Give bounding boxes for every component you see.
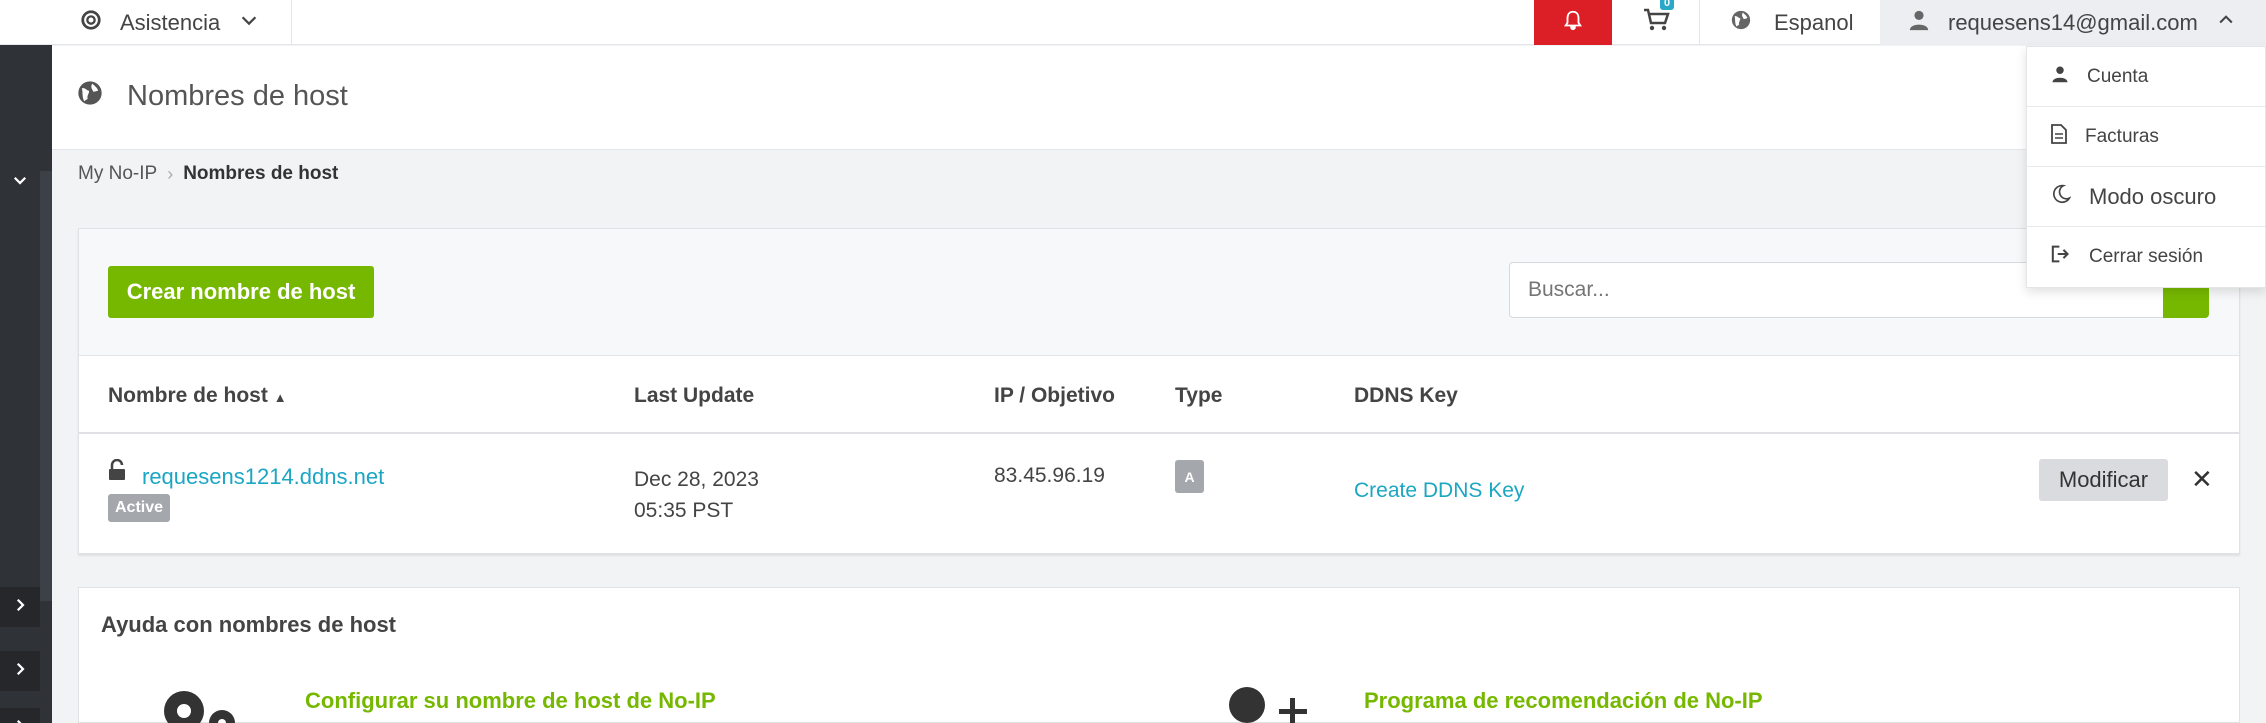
lifebuoy-icon	[80, 9, 102, 37]
user-email: requesens14@gmail.com	[1948, 9, 2198, 35]
cart-button[interactable]: 0	[1612, 0, 1700, 45]
unlock-icon	[108, 458, 126, 487]
breadcrumb-separator-icon: ›	[167, 163, 174, 184]
chevron-right-icon	[11, 660, 29, 683]
breadcrumb-home[interactable]: My No-IP	[78, 163, 157, 185]
logout-icon	[2051, 245, 2071, 269]
document-icon	[2051, 123, 2067, 150]
help-panel: Ayuda con nombres de host Configurar su …	[78, 587, 2240, 723]
ip-target-cell: 83.45.96.19	[994, 464, 1105, 487]
notifications-button[interactable]	[1534, 0, 1612, 45]
help-title: Ayuda con nombres de host	[101, 612, 397, 637]
create-hostname-button[interactable]: Crear nombre de host	[108, 266, 374, 318]
last-update-cell: Dec 28, 2023 05:35 PST	[634, 464, 759, 526]
column-header-hostname[interactable]: Nombre de host ▲	[108, 384, 287, 408]
modify-button[interactable]: Modificar	[2039, 459, 2168, 501]
menu-item-dark-mode[interactable]: Modo oscuro	[2027, 167, 2265, 227]
menu-item-account[interactable]: Cuenta	[2027, 47, 2265, 107]
user-dropdown-menu: Cuenta Facturas Modo oscuro Cerrar sesió…	[2026, 46, 2266, 288]
add-user-icon	[1227, 685, 1317, 723]
menu-item-account-label: Cuenta	[2087, 65, 2149, 87]
table-header: Nombre de host ▲ Last Update IP / Objeti…	[79, 356, 2239, 434]
chevron-down-icon	[238, 9, 260, 37]
sidebar	[0, 45, 52, 723]
column-header-last-update: Last Update	[634, 384, 755, 407]
configure-hostname-link[interactable]: Configurar su nombre de host de No-IP	[305, 688, 716, 714]
column-header-ip: IP / Objetivo	[994, 384, 1115, 407]
menu-item-invoices[interactable]: Facturas	[2027, 107, 2265, 167]
user-menu-toggle[interactable]: requesens14@gmail.com	[1880, 0, 2266, 45]
last-update-date: Dec 28, 2023	[634, 468, 759, 491]
chevron-right-icon	[11, 596, 29, 619]
sidebar-expand-item-1[interactable]	[0, 587, 40, 627]
chevron-down-icon	[11, 171, 29, 194]
menu-item-invoices-label: Facturas	[2085, 125, 2159, 147]
support-label: Asistencia	[120, 9, 221, 35]
sidebar-expand-item-3[interactable]	[0, 708, 40, 723]
cart-count-badge: 0	[1660, 0, 1675, 10]
language-label: Espanol	[1774, 9, 1854, 35]
breadcrumb-current: Nombres de host	[183, 163, 339, 184]
globe-icon	[1730, 9, 1752, 37]
menu-item-dark-mode-label: Modo oscuro	[2089, 183, 2217, 209]
record-type-badge: A	[1175, 460, 1204, 493]
referral-program-link[interactable]: Programa de recomendación de No-IP	[1364, 688, 1763, 714]
page-header: Nombres de host	[52, 46, 2266, 150]
user-icon	[1908, 9, 1930, 37]
hostnames-panel: Crear nombre de host Nombre de host ▲ La…	[78, 228, 2240, 554]
sidebar-strip	[40, 171, 52, 601]
cart-icon	[1642, 7, 1670, 38]
sidebar-expand-item-2[interactable]	[0, 651, 40, 691]
gears-icon	[154, 683, 244, 723]
table-row: requesens1214.ddns.net Active Dec 28, 20…	[79, 434, 2239, 553]
status-badge: Active	[108, 494, 171, 522]
column-header-type: Type	[1175, 384, 1223, 407]
bell-icon	[1562, 8, 1584, 37]
last-update-time: 05:35 PST	[634, 499, 734, 522]
menu-item-logout-label: Cerrar sesión	[2089, 246, 2204, 267]
moon-icon	[2051, 183, 2072, 211]
sort-asc-icon: ▲	[273, 390, 287, 405]
delete-icon[interactable]: ✕	[2191, 464, 2213, 495]
chevron-up-icon	[2216, 10, 2236, 36]
page-title: Nombres de host	[127, 80, 348, 112]
hostname-link[interactable]: requesens1214.ddns.net	[142, 464, 384, 490]
support-menu[interactable]: Asistencia	[52, 0, 292, 45]
column-header-ddns-key: DDNS Key	[1354, 384, 1458, 407]
hostnames-toolbar: Crear nombre de host	[79, 229, 2239, 356]
top-navbar: Asistencia 0 Espanol requesens14@gmail.c…	[0, 0, 2266, 45]
breadcrumb: My No-IP › Nombres de host	[78, 163, 338, 185]
chevron-right-icon	[11, 717, 29, 723]
language-menu[interactable]: Espanol	[1700, 0, 1880, 45]
sidebar-collapse-toggle[interactable]	[0, 162, 40, 202]
user-icon	[2051, 65, 2069, 89]
create-ddns-key-link[interactable]: Create DDNS Key	[1354, 479, 1524, 503]
menu-item-logout[interactable]: Cerrar sesión	[2027, 227, 2265, 287]
globe-icon	[76, 79, 104, 112]
